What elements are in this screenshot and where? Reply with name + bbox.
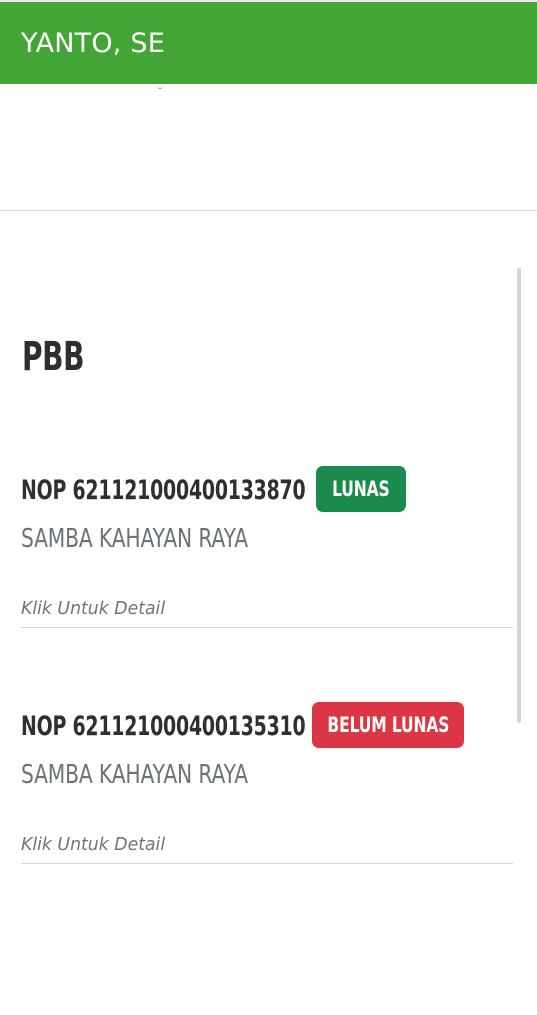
- status-badge-lunas: LUNAS: [316, 466, 406, 512]
- section-divider: [0, 210, 537, 211]
- status-badge-label: BELUM LUNAS: [327, 713, 449, 737]
- item-divider: [21, 863, 513, 864]
- item-divider: [21, 627, 513, 628]
- nop-number: NOP 621121000400135310: [21, 710, 306, 742]
- detail-link[interactable]: Klik Untuk Detail: [21, 598, 165, 619]
- user-name-title: YANTO, SE: [21, 27, 165, 59]
- section-title-pbb: PBB: [22, 334, 85, 380]
- app-header: YANTO, SE: [0, 0, 537, 84]
- status-divider: [0, 0, 537, 2]
- object-address: SAMBA KAHAYAN RAYA: [21, 760, 248, 790]
- nop-number: NOP 621121000400133870: [21, 474, 306, 506]
- status-badge-belum-lunas: BELUM LUNAS: [312, 702, 464, 748]
- scrolled-content-remnant: [157, 84, 163, 89]
- scrollbar[interactable]: [517, 268, 521, 723]
- pbb-list-item[interactable]: NOP 621121000400135310 BELUM LUNAS SAMBA…: [21, 702, 513, 872]
- detail-link[interactable]: Klik Untuk Detail: [21, 834, 165, 855]
- pbb-list-item[interactable]: NOP 621121000400133870 LUNAS SAMBA KAHAY…: [21, 466, 513, 636]
- object-address: SAMBA KAHAYAN RAYA: [21, 524, 248, 554]
- app-screen: YANTO, SE PBB NOP 621121000400133870 LUN…: [0, 0, 537, 1015]
- status-badge-label: LUNAS: [332, 477, 390, 501]
